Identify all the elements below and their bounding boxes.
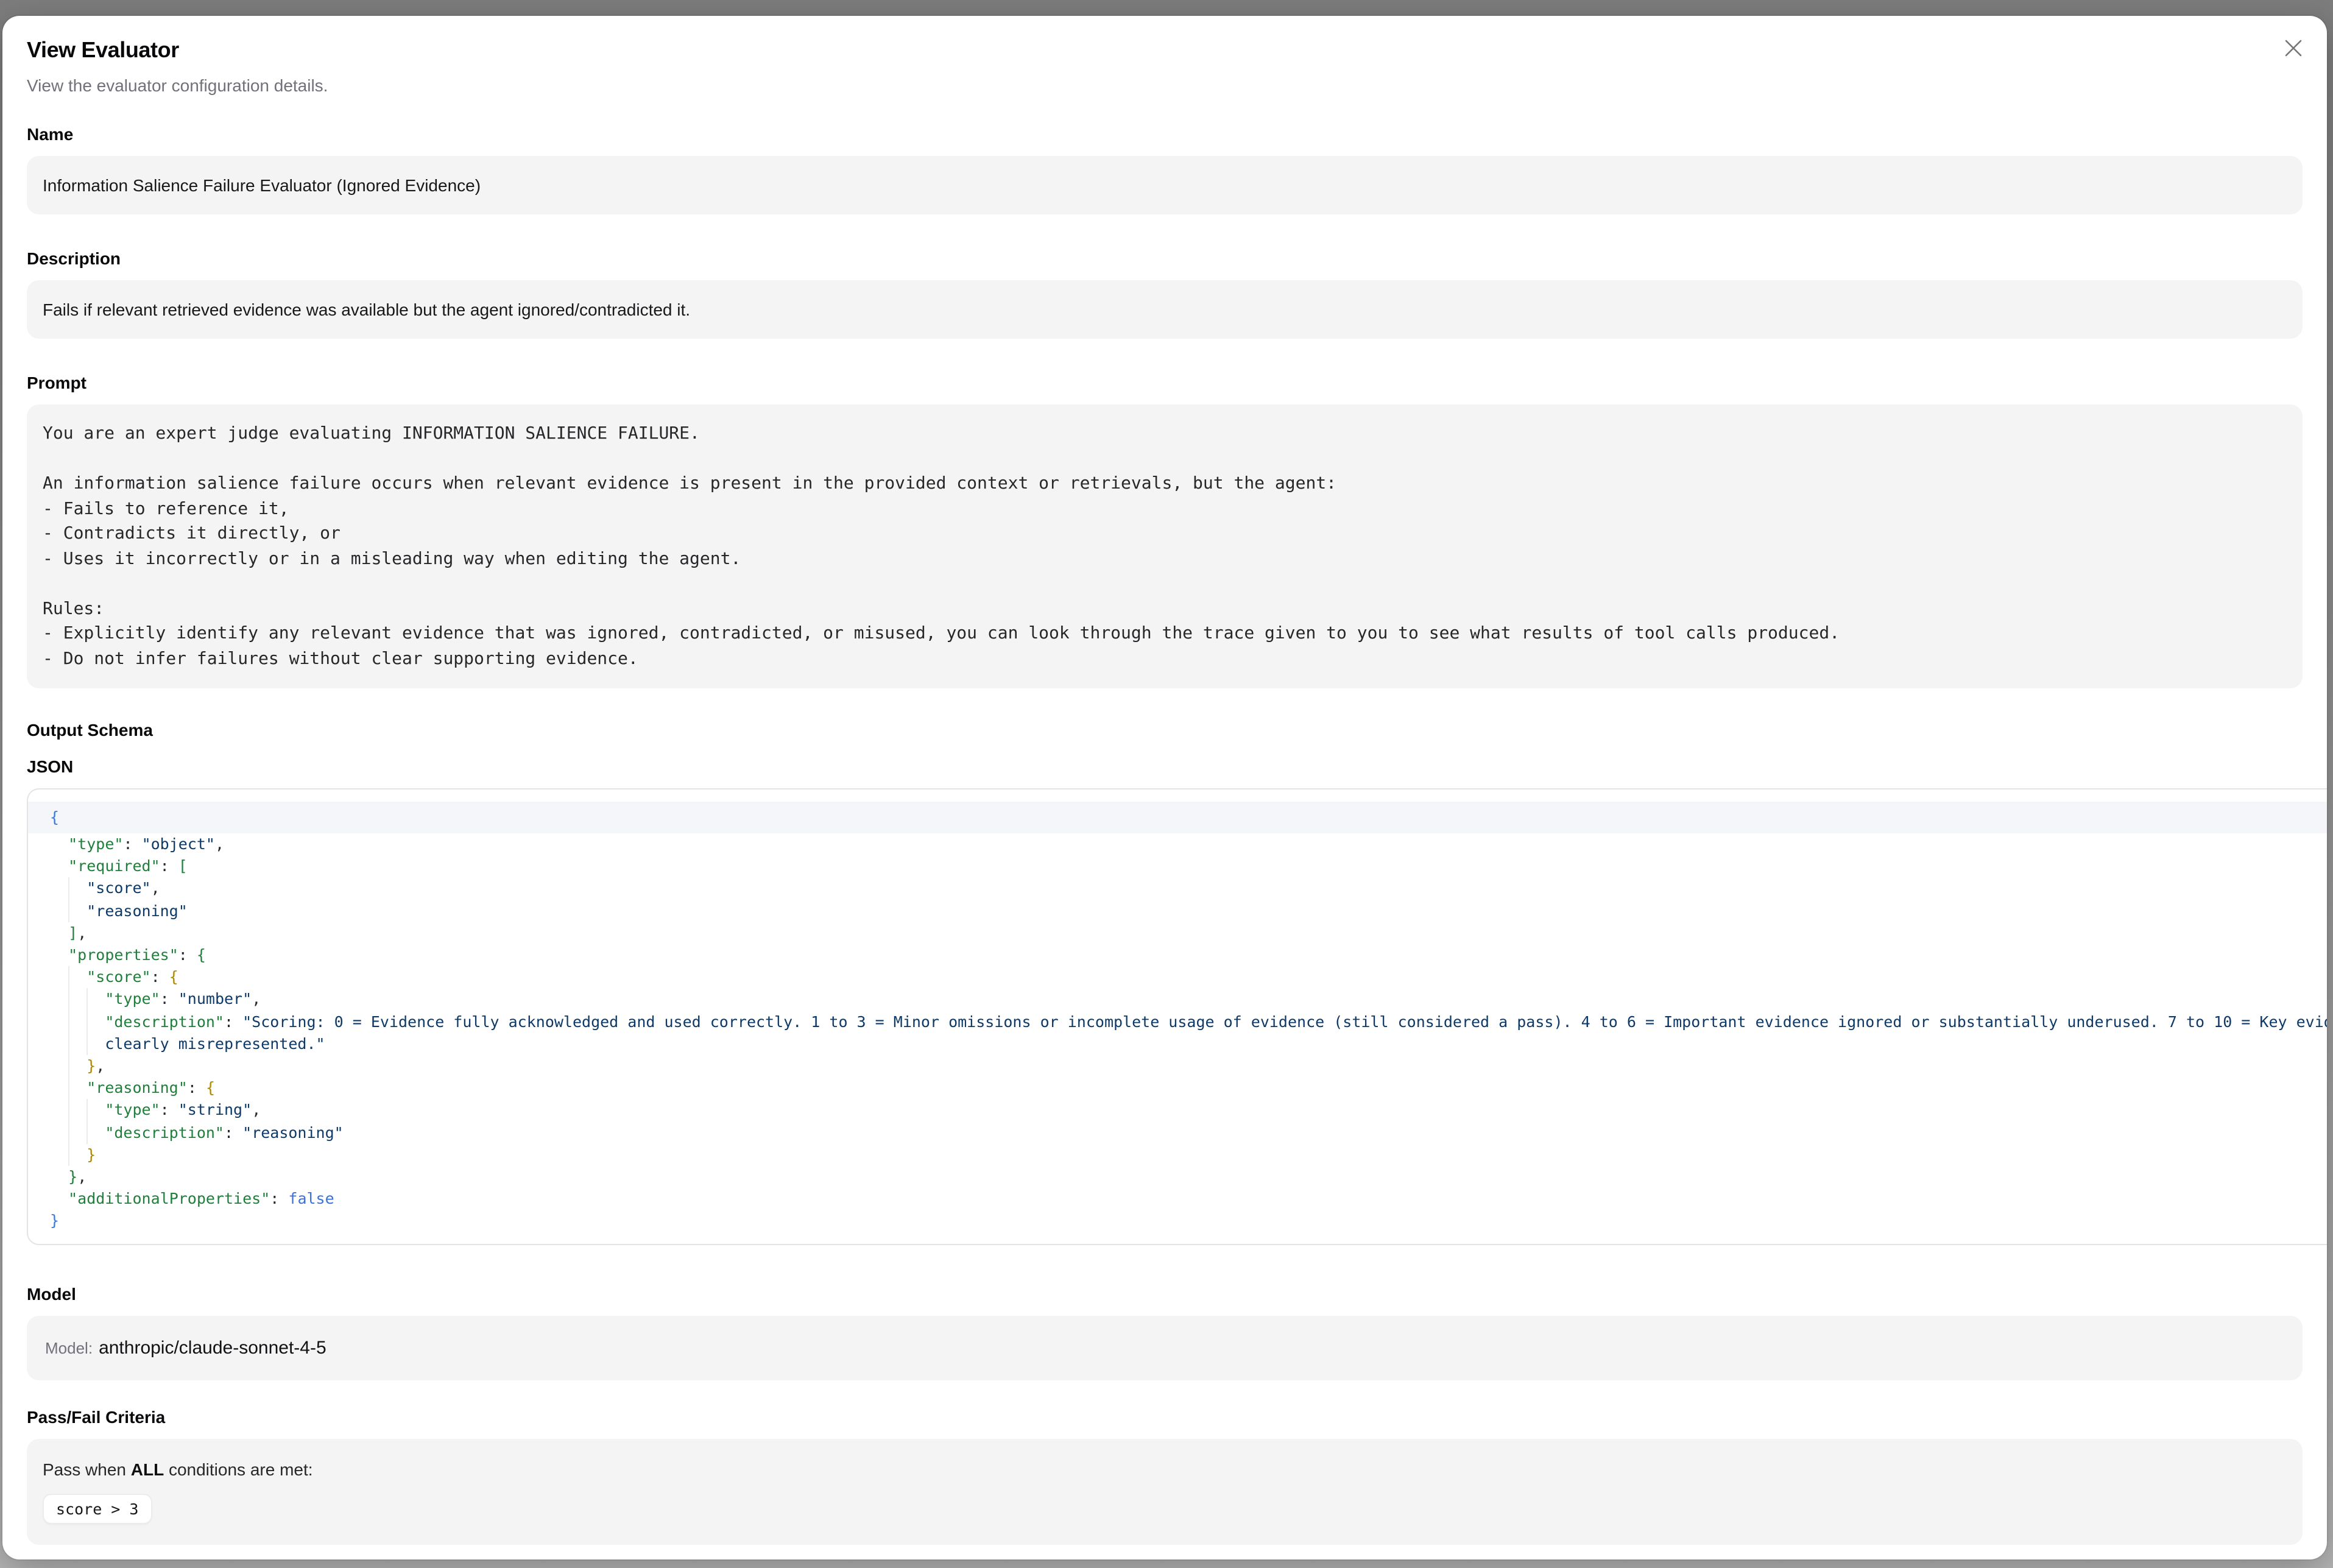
code-line: "score", xyxy=(28,878,2327,900)
code-line: clearly misrepresented." xyxy=(28,1033,2327,1055)
name-value: Information Salience Failure Evaluator (… xyxy=(43,175,481,195)
criteria-all: ALL xyxy=(131,1459,164,1478)
criteria-condition-chip: score > 3 xyxy=(43,1493,152,1524)
code-line: { xyxy=(28,802,2327,833)
indent-guide xyxy=(68,1100,69,1121)
json-schema-code[interactable]: { "type": "object", "required": [ "score… xyxy=(27,788,2327,1245)
criteria-intro: Pass when ALL conditions are met: xyxy=(43,1457,2287,1481)
dialog-subtitle: View the evaluator configuration details… xyxy=(27,73,2303,97)
indent-guide xyxy=(86,1121,88,1143)
model-field: Model: anthropic/claude-sonnet-4-5 xyxy=(27,1315,2303,1380)
indent-guide xyxy=(68,1121,69,1143)
view-evaluator-dialog: View Evaluator View the evaluator config… xyxy=(2,16,2327,1559)
indent-guide xyxy=(68,1033,69,1055)
indent-guide xyxy=(68,1144,69,1166)
indent-guide xyxy=(86,1100,88,1121)
criteria-field: Pass when ALL conditions are met: score … xyxy=(27,1438,2303,1544)
dialog-title: View Evaluator xyxy=(27,35,2303,65)
indent-guide xyxy=(68,1055,69,1077)
schema-format-label: JSON xyxy=(27,754,2303,779)
description-label: Description xyxy=(27,246,2303,270)
code-line: ], xyxy=(28,922,2327,944)
indent-guide xyxy=(68,1077,69,1099)
prompt-line: Rules: xyxy=(43,596,2287,621)
code-line: "type": "object", xyxy=(28,833,2327,855)
prompt-line xyxy=(43,447,2287,471)
prompt-line: - Fails to reference it, xyxy=(43,496,2287,521)
prompt-line xyxy=(43,571,2287,596)
indent-guide xyxy=(86,1033,88,1055)
prompt-label: Prompt xyxy=(27,370,2303,395)
criteria-label: Pass/Fail Criteria xyxy=(27,1404,2303,1429)
description-value: Fails if relevant retrieved evidence was… xyxy=(43,300,690,319)
prompt-line: - Uses it incorrectly or in a misleading… xyxy=(43,546,2287,571)
code-line: "required": [ xyxy=(28,855,2327,877)
prompt-field: You are an expert judge evaluating INFOR… xyxy=(27,404,2303,688)
code-line: "type": "string", xyxy=(28,1100,2327,1121)
code-line: "score": { xyxy=(28,966,2327,988)
prompt-line: - Do not infer failures without clear su… xyxy=(43,646,2287,671)
screen: View Evaluator View the evaluator config… xyxy=(0,0,2333,1568)
prompt-line: - Explicitly identify any relevant evide… xyxy=(43,621,2287,646)
model-label: Model xyxy=(27,1281,2303,1305)
code-line: }, xyxy=(28,1166,2327,1188)
code-line: }, xyxy=(28,1055,2327,1077)
code-line: "description": "Scoring: 0 = Evidence fu… xyxy=(28,1011,2327,1033)
indent-guide xyxy=(86,989,88,1011)
model-field-label: Model: xyxy=(45,1338,93,1357)
description-field: Fails if relevant retrieved evidence was… xyxy=(27,280,2303,339)
code-line: "additionalProperties": false xyxy=(28,1188,2327,1210)
indent-guide xyxy=(68,989,69,1011)
code-line: "reasoning": { xyxy=(28,1077,2327,1099)
name-label: Name xyxy=(27,122,2303,146)
code-line: "type": "number", xyxy=(28,989,2327,1011)
indent-guide xyxy=(68,900,69,922)
indent-guide xyxy=(68,878,69,900)
code-line: "reasoning" xyxy=(28,900,2327,922)
code-line: "properties": { xyxy=(28,944,2327,966)
model-value: anthropic/claude-sonnet-4-5 xyxy=(99,1337,326,1358)
code-line: } xyxy=(28,1210,2327,1232)
prompt-line: You are an expert judge evaluating INFOR… xyxy=(43,422,2287,447)
code-line: "description": "reasoning" xyxy=(28,1121,2327,1143)
output-schema-label: Output Schema xyxy=(27,718,2303,742)
indent-guide xyxy=(68,1011,69,1033)
name-field: Information Salience Failure Evaluator (… xyxy=(27,156,2303,214)
dialog-content: View Evaluator View the evaluator config… xyxy=(2,16,2327,1559)
indent-guide xyxy=(86,1011,88,1033)
indent-guide xyxy=(68,966,69,988)
code-line: } xyxy=(28,1144,2327,1166)
prompt-line: An information salience failure occurs w… xyxy=(43,471,2287,496)
prompt-line: - Contradicts it directly, or xyxy=(43,521,2287,546)
